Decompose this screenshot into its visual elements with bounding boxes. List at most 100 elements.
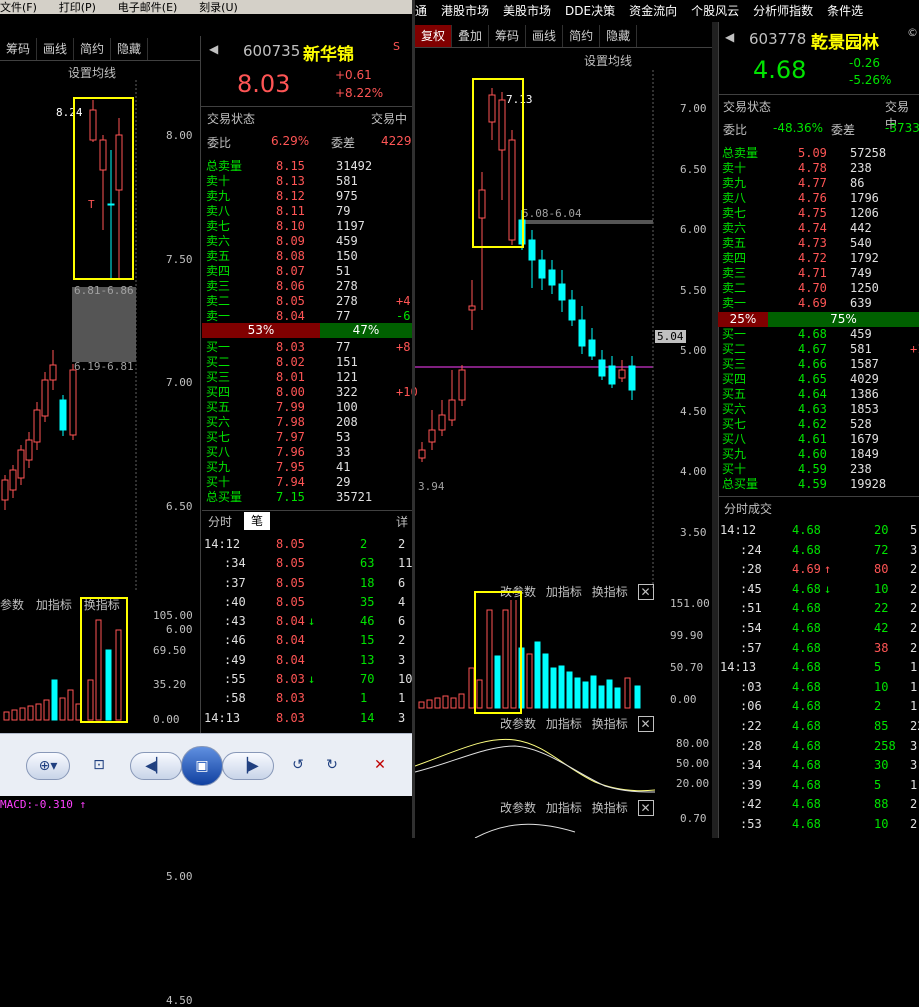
bid-total[interactable]: 总买量 7.15 35721 [206,490,412,505]
rotate-right-icon[interactable]: ↻ [320,752,344,780]
tool-simple-2[interactable]: 简约 [563,25,601,47]
bid-row[interactable]: 买五 4.64 1386 [722,387,919,402]
menu-dde[interactable]: DDE决策 [565,0,615,22]
next-icon[interactable]: ▕▶ [222,752,274,780]
mid-ind2-close-icon[interactable]: ✕ [637,716,654,732]
tick-row[interactable]: :54 4.68 42 2 [720,619,919,639]
menu-tong[interactable]: 通 [415,0,427,22]
bid-row[interactable]: 买二 8.02 151 [206,355,412,370]
bid-row[interactable]: 买十 4.59 238 [722,462,919,477]
mid-ind-close-icon[interactable]: ✕ [637,584,654,600]
tool-hide[interactable]: 隐藏 [111,38,149,60]
tool-hide-2[interactable]: 隐藏 [600,25,638,47]
ask-row[interactable]: 卖五 8.08 150 [206,249,412,264]
tick-row[interactable]: :43 8.04 ↓ 46 6 [204,612,412,631]
tick-row[interactable]: 14:12 8.05 2 2 [204,535,412,554]
tick-row[interactable]: 14:13 8.03 14 3 [204,709,412,728]
bid-row[interactable]: 买二 4.67 581 +1 [722,342,919,357]
tick-row[interactable]: :46 8.04 15 2 [204,631,412,650]
stock2-tick-header[interactable]: 分时成交 [724,500,772,517]
tick-row[interactable]: :53 4.68 10 2 [720,815,919,835]
ask-row[interactable]: 卖七 8.10 1197 [206,219,412,234]
tick-row[interactable]: :22 4.68 85 22 [720,717,919,737]
left-ind-params[interactable]: 参数 [0,598,24,612]
tick-row[interactable]: :03 4.68 10 1 [720,678,919,698]
ask-row[interactable]: 卖二 4.70 1250 [722,281,919,296]
stock1-back-icon[interactable]: ◀ [209,42,218,56]
ask-row[interactable]: 卖九 8.12 975 [206,189,412,204]
bid-row[interactable]: 买六 7.98 208 [206,415,412,430]
tool-chips-2[interactable]: 筹码 [489,25,527,47]
ask-row[interactable]: 卖二 8.05 278 +4 [206,294,412,309]
mid-ind2-switch[interactable]: 换指标 [592,717,628,731]
menu-email[interactable]: 电子邮件(E) [118,1,178,14]
tool-overlay[interactable]: 叠加 [452,25,490,47]
tool-simple[interactable]: 简约 [74,38,112,60]
bid-row[interactable]: 买一 4.68 459 [722,327,919,342]
bid-row[interactable]: 买四 4.65 4029 [722,372,919,387]
ask-row[interactable]: 卖三 8.06 278 [206,279,412,294]
ask-row[interactable]: 卖七 4.75 1206 [722,206,919,221]
bid-row[interactable]: 买九 7.95 41 [206,460,412,475]
tick-row[interactable]: :37 8.05 18 6 [204,574,412,593]
mid-ind3-add[interactable]: 加指标 [546,801,582,815]
ask-row[interactable]: 卖五 4.73 540 [722,236,919,251]
mid-ind-add[interactable]: 加指标 [546,585,582,599]
ask-row[interactable]: 卖八 4.76 1796 [722,191,919,206]
menu-condition[interactable]: 条件选 [827,0,863,22]
ma-setting-middle[interactable]: 设置均线 [584,52,632,69]
menu-us[interactable]: 美股市场 [503,0,551,22]
tick-row[interactable]: :58 8.03 1 1 [204,689,412,708]
bid-row[interactable]: 买十 7.94 29 [206,475,412,490]
mid-ind3-switch[interactable]: 换指标 [592,801,628,815]
ask-row[interactable]: 卖十 8.13 581 [206,174,412,189]
tick-row[interactable]: 14:13 4.68 5 1 [720,658,919,678]
rotate-left-icon[interactable]: ↺ [286,752,310,780]
bid-row[interactable]: 买六 4.63 1853 [722,402,919,417]
stock1-tick-tab[interactable]: 笔 [244,512,270,530]
tool-draw-2[interactable]: 画线 [526,25,564,47]
menu-file[interactable]: 文件(F) [0,1,37,14]
menu-burn[interactable]: 刻录(U) [199,1,238,14]
menu-print[interactable]: 打印(P) [59,1,96,14]
tick-row[interactable]: :24 4.68 72 3 [720,541,919,561]
delete-icon[interactable]: ✕ [368,752,392,780]
fit-icon[interactable]: ⊡ [84,752,114,780]
bid-total[interactable]: 总买量 4.59 19928 [722,477,919,492]
ask-total[interactable]: 总卖量 8.15 31492 [206,159,412,174]
slideshow-icon[interactable]: ▣ [181,746,223,786]
mid-ind3-close-icon[interactable]: ✕ [637,800,654,816]
tool-chips[interactable]: 筹码 [0,38,38,60]
menu-hk[interactable]: 港股市场 [441,0,489,22]
bid-row[interactable]: 买三 4.66 1587 [722,357,919,372]
stock1-s-icon[interactable]: S [393,40,400,53]
mid-ind3-params[interactable]: 改参数 [500,801,536,815]
stock1-tick-detail[interactable]: 详 [396,513,408,530]
tick-row[interactable]: 14:12 4.68 20 5 [720,521,919,541]
stock1-tick-header[interactable]: 分时 [208,513,232,530]
tick-row[interactable]: :42 4.68 88 2 [720,795,919,815]
left-ind-add[interactable]: 加指标 [36,598,72,612]
prev-icon[interactable]: ◀▏ [130,752,182,780]
menu-fund[interactable]: 资金流向 [629,0,677,22]
ask-row[interactable]: 卖六 4.74 442 [722,221,919,236]
ask-total[interactable]: 总卖量 5.09 57258 [722,146,919,161]
mid-ind-switch[interactable]: 换指标 [592,585,628,599]
tick-row[interactable]: :34 4.68 30 3 [720,756,919,776]
tick-row[interactable]: :06 4.68 2 1 [720,697,919,717]
bid-row[interactable]: 买四 8.00 322 +10 [206,385,418,400]
ask-row[interactable]: 卖四 4.72 1792 [722,251,919,266]
tick-row[interactable]: :57 4.68 38 2 [720,639,919,659]
ask-row[interactable]: 卖十 4.78 238 [722,161,919,176]
bid-row[interactable]: 买八 7.96 33 [206,445,412,460]
zoom-icon[interactable]: ⊕▾ [26,752,70,780]
tick-row[interactable]: :55 8.03 ↓ 70 10 [204,670,412,689]
ask-row[interactable]: 卖三 4.71 749 [722,266,919,281]
ask-row[interactable]: 卖四 8.07 51 [206,264,412,279]
ma-setting-left[interactable]: 设置均线 [68,64,116,81]
ask-row[interactable]: 卖六 8.09 459 [206,234,412,249]
menu-stock[interactable]: 个股风云 [691,0,739,22]
tick-row[interactable]: :28 4.68 258 3 [720,737,919,757]
tick-row[interactable]: :28 4.69 ↑ 80 2 [720,560,919,580]
bid-row[interactable]: 买九 4.60 1849 [722,447,919,462]
